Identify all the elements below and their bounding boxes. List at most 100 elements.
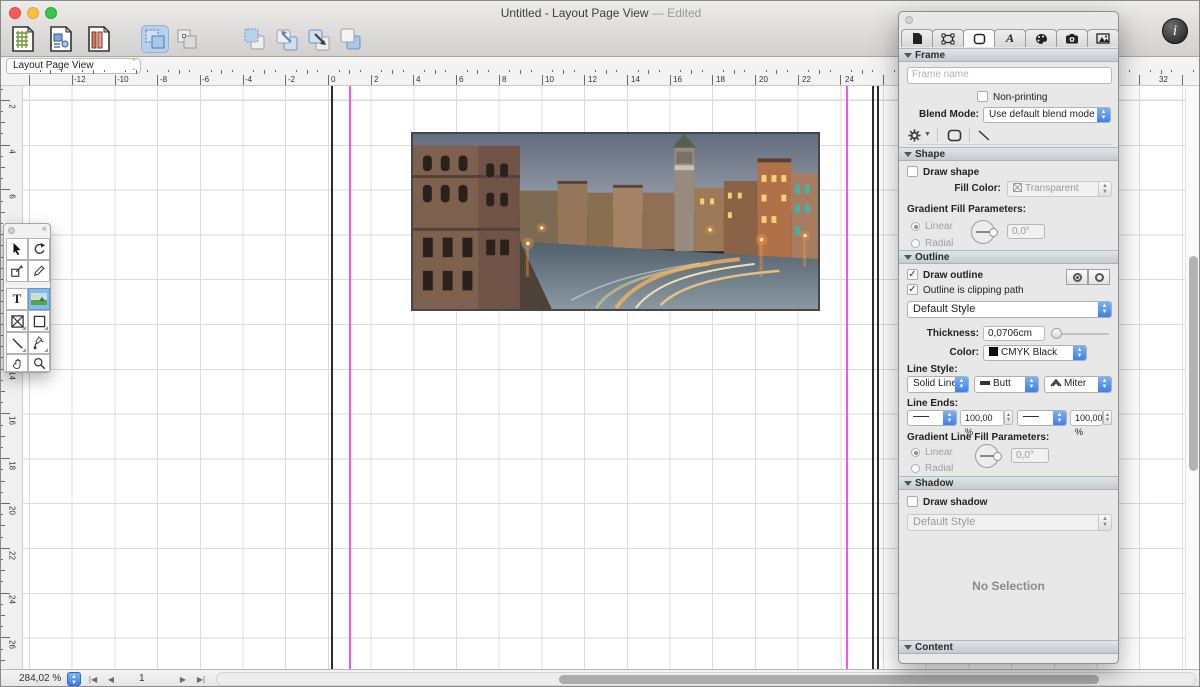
page-edge[interactable] xyxy=(877,86,879,669)
new-document-icon[interactable] xyxy=(9,25,37,53)
bring-forward-icon[interactable] xyxy=(305,25,333,53)
inspector-close-icon[interactable] xyxy=(905,16,913,24)
draw-shadow-checkbox[interactable] xyxy=(907,496,918,507)
line-tool-icon[interactable] xyxy=(977,129,991,142)
draw-shape-checkbox[interactable] xyxy=(907,166,918,177)
stepper-arrows-icon[interactable]: ▲▼ xyxy=(1004,410,1013,425)
shadow-section-header[interactable]: Shadow xyxy=(899,476,1118,490)
outline-section-header[interactable]: Outline xyxy=(899,250,1118,264)
line-end-scale-input[interactable]: 100,00 % xyxy=(1070,410,1103,426)
line-tool[interactable] xyxy=(6,332,28,354)
line-join-select[interactable]: Miter ▲▼ xyxy=(1044,376,1112,393)
info-button[interactable]: i xyxy=(1162,18,1188,44)
outline-color-select[interactable]: CMYK Black ▲▼ xyxy=(983,345,1087,361)
bezier-tool[interactable] xyxy=(28,332,50,354)
shape-section-header[interactable]: Shape xyxy=(899,147,1118,161)
ruler-tick xyxy=(734,70,735,74)
margin-guide[interactable] xyxy=(846,86,848,669)
edit-content-tool[interactable] xyxy=(28,260,50,282)
palette-collapse-icon[interactable]: « xyxy=(42,223,47,233)
group-icon[interactable] xyxy=(141,25,169,53)
line-cap-select[interactable]: Butt ▲▼ xyxy=(974,376,1039,393)
scale-tool[interactable] xyxy=(6,260,28,282)
ruler-label: 20 xyxy=(759,75,768,84)
ruler-tick xyxy=(798,75,799,85)
color-tab[interactable] xyxy=(1025,29,1057,47)
line-gradient-angle-dial[interactable] xyxy=(975,444,999,468)
gear-icon[interactable] xyxy=(907,128,922,143)
ruler-label: -2 xyxy=(288,75,295,84)
non-printing-checkbox[interactable] xyxy=(977,91,988,102)
butt-cap-icon xyxy=(980,381,990,385)
zoom-tool[interactable] xyxy=(28,354,50,372)
draw-outline-checkbox[interactable]: ✓ xyxy=(907,269,918,280)
send-backward-icon[interactable] xyxy=(273,25,301,53)
layout-document-icon[interactable] xyxy=(47,25,75,53)
previous-page-button[interactable]: ◀ xyxy=(103,673,119,686)
outline-style-select[interactable]: Default Style ▲▼ xyxy=(907,301,1112,318)
bring-to-front-icon[interactable] xyxy=(241,25,269,53)
slider-thumb[interactable] xyxy=(1051,328,1062,339)
dial-knob[interactable] xyxy=(989,228,998,237)
fill-color-select[interactable]: Transparent ▲▼ xyxy=(1007,181,1112,197)
linear-radio[interactable] xyxy=(911,222,920,231)
stepper-arrows-icon[interactable]: ▲▼ xyxy=(1103,410,1112,425)
text-tool[interactable]: T xyxy=(6,288,28,310)
outline-center-button[interactable] xyxy=(1088,269,1110,285)
clipping-path-checkbox[interactable]: ✓ xyxy=(907,284,918,295)
frame-name-input[interactable]: Frame name xyxy=(907,67,1112,84)
palette-close-icon[interactable] xyxy=(8,227,15,234)
line-gradient-angle-input[interactable]: 0,0° xyxy=(1011,448,1049,463)
dial-knob[interactable] xyxy=(993,452,1002,461)
text-tab[interactable]: A xyxy=(994,29,1026,47)
picture-tab[interactable] xyxy=(1087,29,1119,47)
ruler-tick xyxy=(307,70,308,74)
ruler-tick xyxy=(1161,70,1162,74)
horizontal-scrollbar[interactable] xyxy=(216,672,1196,686)
margin-guide[interactable] xyxy=(349,86,351,669)
ruler-tick xyxy=(381,70,382,72)
vertical-scrollbar[interactable] xyxy=(1185,86,1200,669)
line-start-scale-input[interactable]: 100,00 % xyxy=(960,410,1004,426)
frame-section-header[interactable]: Frame xyxy=(899,48,1118,62)
document-tab[interactable] xyxy=(901,29,933,47)
thickness-slider[interactable] xyxy=(1051,333,1109,335)
shape-tab[interactable] xyxy=(963,29,995,47)
ruler-tick xyxy=(509,70,510,72)
line-radial-radio[interactable] xyxy=(911,464,920,473)
vertical-scrollbar-thumb[interactable] xyxy=(1189,256,1198,471)
book-document-icon[interactable] xyxy=(85,25,113,53)
ungroup-icon[interactable] xyxy=(173,25,201,53)
zoom-stepper[interactable]: ▲▼ xyxy=(67,672,81,686)
pointer-tool[interactable] xyxy=(6,238,28,260)
ruler-tick xyxy=(574,70,575,72)
page-edge[interactable] xyxy=(872,86,874,669)
first-page-button[interactable]: |◀ xyxy=(85,673,101,686)
blend-mode-select[interactable]: Use default blend mode ▲▼ xyxy=(983,107,1111,123)
gradient-angle-dial[interactable] xyxy=(971,220,995,244)
send-to-back-icon[interactable] xyxy=(337,25,365,53)
gradient-angle-input[interactable]: 0,0° xyxy=(1007,224,1045,239)
radial-radio[interactable] xyxy=(911,239,920,248)
placed-image-frame[interactable] xyxy=(411,132,820,311)
outline-outside-button[interactable] xyxy=(1066,269,1088,285)
rounded-rect-tool-icon[interactable] xyxy=(947,129,962,142)
shadow-style-select[interactable]: Default Style ▲▼ xyxy=(907,514,1112,531)
frame-tab[interactable] xyxy=(932,29,964,47)
camera-tab[interactable] xyxy=(1056,29,1088,47)
pan-tool[interactable] xyxy=(6,354,28,372)
thickness-input[interactable]: 0,0706cm xyxy=(983,326,1045,341)
line-style-select[interactable]: Solid Line ▲▼ xyxy=(907,376,969,393)
line-end-select[interactable]: ▲▼ xyxy=(1017,410,1067,426)
content-section-header[interactable]: Content xyxy=(899,640,1118,654)
rectangle-tool[interactable] xyxy=(28,310,50,332)
last-page-button[interactable]: ▶| xyxy=(193,673,209,686)
horizontal-scrollbar-thumb[interactable] xyxy=(559,675,1099,684)
placeholder-frame-tool[interactable] xyxy=(6,310,28,332)
next-page-button[interactable]: ▶ xyxy=(175,673,191,686)
line-linear-radio[interactable] xyxy=(911,448,920,457)
page-edge[interactable] xyxy=(331,86,333,669)
line-start-select[interactable]: ▲▼ xyxy=(907,410,957,426)
image-tool[interactable] xyxy=(28,288,50,310)
rotate-tool[interactable] xyxy=(28,238,50,260)
